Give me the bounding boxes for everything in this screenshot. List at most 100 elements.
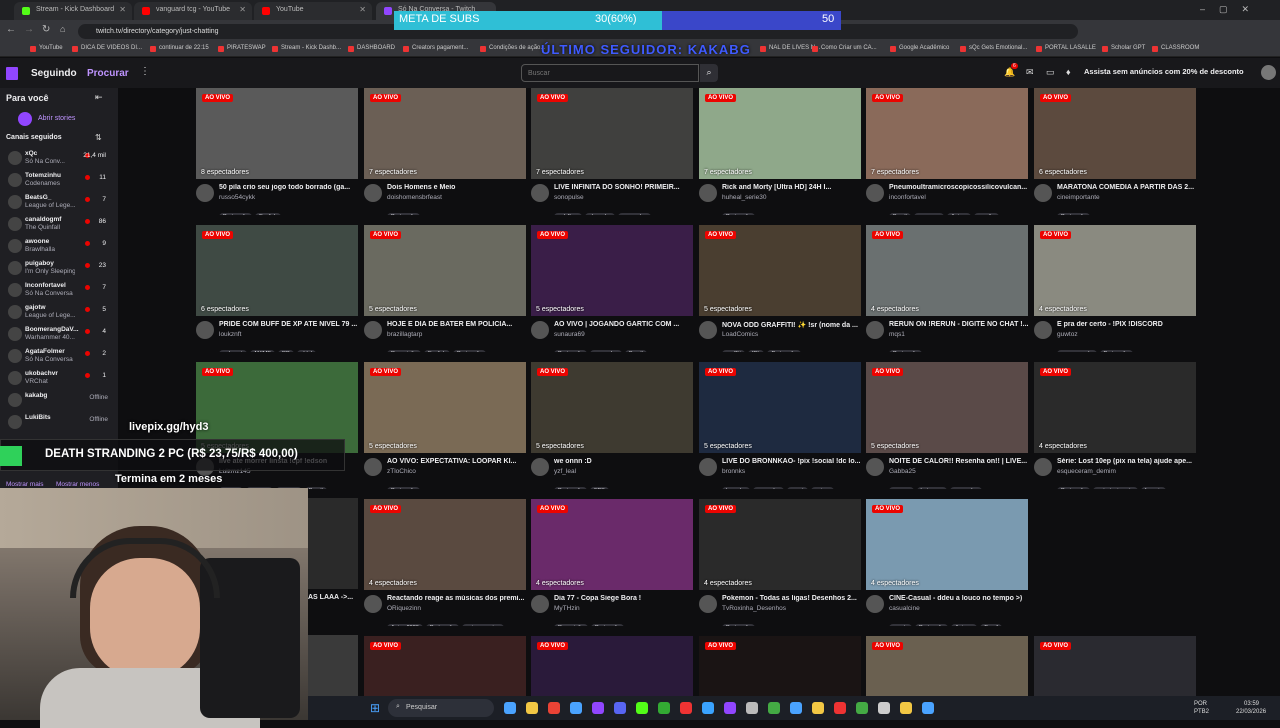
stream-title[interactable]: Pokemon - Todas as ligas! Desenhos 2... bbox=[722, 595, 862, 602]
tag[interactable]: Anime2026 bbox=[387, 624, 423, 626]
channel-avatar[interactable] bbox=[866, 595, 884, 613]
stream-title[interactable]: HOJE É DIA DE BATER EM POLICIA... bbox=[387, 321, 527, 328]
show-less-link[interactable]: Mostrar menos bbox=[56, 481, 99, 488]
stream-thumbnail[interactable]: AO VIVO 6 espectadores bbox=[1034, 88, 1196, 179]
tag[interactable]: Anime bbox=[947, 213, 971, 215]
stream-thumbnail[interactable]: AO VIVO 5 espectadores bbox=[531, 225, 693, 316]
channel-avatar[interactable] bbox=[531, 184, 549, 202]
keyboard-layout[interactable]: PTB2 bbox=[1194, 709, 1209, 715]
channel-avatar[interactable] bbox=[196, 184, 214, 202]
stream-thumbnail[interactable]: AO VIVO 6 espectadores bbox=[196, 225, 358, 316]
stream-card[interactable]: AO VIVO 7 espectadores Dois Homens e Meio d… bbox=[364, 88, 526, 222]
sidebar-channel[interactable]: xQc Só Na Conv... 21,4 mil bbox=[0, 148, 118, 170]
back-icon[interactable]: ← bbox=[6, 24, 16, 35]
partial-stream-title[interactable]: AS LAAA ->... bbox=[308, 594, 353, 601]
search-icon[interactable]: ⌕ bbox=[700, 64, 718, 82]
tag[interactable]: sub4ton bbox=[554, 213, 582, 215]
taskbar-app-icon[interactable] bbox=[526, 702, 538, 714]
forward-icon[interactable]: → bbox=[24, 24, 34, 35]
channel-name[interactable]: TvRoxinha_Desenhos bbox=[722, 605, 862, 612]
stream-title[interactable]: NOITE DE CALOR!! Resenha on!! | LIVE... bbox=[889, 458, 1029, 465]
sidebar-channel[interactable]: LukiBits Offline bbox=[0, 412, 118, 434]
tag[interactable]: Brasil bbox=[624, 350, 647, 352]
sidebar-channel[interactable]: Totemzinhu Codenames 11 bbox=[0, 170, 118, 192]
stream-title[interactable]: 50 pila crio seu jogo todo borrado (ga..… bbox=[219, 184, 359, 191]
tag[interactable]: fazopix bbox=[1140, 487, 1167, 489]
sidebar-channel[interactable]: ukobachvr VRChat 1 bbox=[0, 368, 118, 390]
taskbar-search[interactable] bbox=[388, 699, 494, 717]
bookmark[interactable]: PIRATESWAP bbox=[218, 45, 266, 52]
tag[interactable]: animesaovivo bbox=[461, 624, 504, 626]
tag[interactable]: Português bbox=[722, 624, 756, 626]
stream-thumbnail[interactable]: AO VIVO 4 espectadores bbox=[866, 225, 1028, 316]
tag[interactable]: gameplay bbox=[950, 487, 983, 489]
stream-card[interactable]: AO VIVO 5 espectadores LIVE DO BRONNKAO- !… bbox=[699, 362, 861, 496]
stream-thumbnail[interactable]: AO VIVO bbox=[1034, 636, 1196, 696]
stream-thumbnail[interactable]: AO VIVO 7 espectadores bbox=[364, 88, 526, 179]
channel-name[interactable]: cineimportante bbox=[1057, 194, 1197, 201]
close-icon[interactable]: ✕ bbox=[119, 5, 126, 14]
bookmark[interactable]: Stream - Kick Dashb... bbox=[272, 45, 341, 52]
stream-title[interactable]: Série: Lost 10ep (pix na tela) ajude ape… bbox=[1057, 458, 1197, 465]
bookmark[interactable]: PORTAL LASALLE bbox=[1036, 45, 1096, 52]
sidebar-channel[interactable]: awoone Brawlhalla 9 bbox=[0, 236, 118, 258]
taskbar-app-icon[interactable] bbox=[922, 702, 934, 714]
channel-name[interactable]: doishomensbrfeast bbox=[387, 194, 527, 201]
stream-thumbnail[interactable]: AO VIVO 4 espectadores bbox=[531, 499, 693, 590]
tag[interactable]: Português bbox=[554, 350, 588, 352]
stream-card[interactable]: AO VIVO bbox=[866, 636, 1028, 696]
tag[interactable]: Português bbox=[767, 350, 801, 352]
tag[interactable]: Português bbox=[453, 350, 487, 352]
taskbar-app-icon[interactable] bbox=[900, 702, 912, 714]
stream-card[interactable]: AO VIVO 5 espectadores we onnn :D yzf_leal P… bbox=[531, 362, 693, 496]
tag[interactable]: gameplay bbox=[590, 350, 622, 352]
stream-thumbnail[interactable]: AO VIVO 4 espectadores bbox=[1034, 362, 1196, 453]
more-icon[interactable]: ⋮ bbox=[140, 66, 150, 77]
stream-title[interactable]: RERUN ON !RERUN - DIGITE NO CHAT !... bbox=[889, 321, 1029, 328]
stream-thumbnail[interactable]: AO VIVO 4 espectadores bbox=[699, 499, 861, 590]
stream-card[interactable]: AO VIVO 7 espectadores Pneumoultramicrosco… bbox=[866, 88, 1028, 222]
tag[interactable]: English bbox=[424, 350, 451, 352]
channel-name[interactable]: LoadComics bbox=[722, 331, 862, 338]
bookmark[interactable]: Como Criar um CA... bbox=[812, 45, 877, 52]
stream-card[interactable]: AO VIVO 7 espectadores LIVE INFINITA DO SO… bbox=[531, 88, 693, 222]
stream-title[interactable]: Dia 77 - Copa Siege Bora ! bbox=[554, 595, 694, 602]
tag[interactable]: English bbox=[255, 213, 282, 215]
clock-time[interactable]: 03:59 bbox=[1244, 701, 1259, 707]
sidebar-channel[interactable]: Inconfortavel Só Na Conversa 7 bbox=[0, 280, 118, 302]
tag[interactable]: sonopulse bbox=[617, 213, 651, 215]
channel-avatar[interactable] bbox=[1034, 184, 1052, 202]
channel-name[interactable]: yzf_leal bbox=[554, 468, 694, 475]
channel-name[interactable]: russo54cykk bbox=[219, 194, 359, 201]
stream-card[interactable]: AO VIVO 7 espectadores Rick and Morty [Ult… bbox=[699, 88, 861, 222]
channel-avatar[interactable] bbox=[364, 321, 382, 339]
channel-avatar[interactable] bbox=[866, 321, 884, 339]
sidebar-channel[interactable]: BoomerangDaV... Warhammer 40... 4 bbox=[0, 324, 118, 346]
tag[interactable]: reacts bbox=[889, 624, 912, 626]
taskbar-app-icon[interactable] bbox=[614, 702, 626, 714]
stream-thumbnail[interactable]: AO VIVO 5 espectadores bbox=[699, 362, 861, 453]
stream-card[interactable]: AO VIVO 6 espectadores MARATONA COMÉDIA A … bbox=[1034, 88, 1196, 222]
sidebar-channel[interactable]: kakabg Offline bbox=[0, 390, 118, 412]
nav-browse[interactable]: Procurar bbox=[87, 68, 129, 79]
stream-title[interactable]: AO VIVO: EXPECTATIVA: LOOPAR KI... bbox=[387, 458, 527, 465]
tag[interactable]: Português bbox=[591, 624, 625, 626]
channel-name[interactable]: Gabba25 bbox=[889, 468, 1029, 475]
search-input[interactable] bbox=[521, 64, 699, 82]
tag[interactable]: Português bbox=[1057, 487, 1091, 489]
browser-tab[interactable]: YouTube ✕ bbox=[254, 2, 372, 20]
stream-card[interactable]: AO VIVO 5 espectadores AO VIVO: EXPECTATIV… bbox=[364, 362, 526, 496]
sidebar-channel[interactable]: puigaboy I'm Only Sleeping 23 bbox=[0, 258, 118, 280]
channel-avatar[interactable] bbox=[531, 458, 549, 476]
tag[interactable]: ANIME bbox=[249, 350, 275, 352]
twitch-logo-icon[interactable] bbox=[6, 67, 18, 80]
channel-avatar[interactable] bbox=[1034, 321, 1052, 339]
stream-title[interactable]: Pneumoultramicroscopicossilicovulcan... bbox=[889, 184, 1029, 191]
stream-card[interactable]: AO VIVO 4 espectadores RERUN ON !RERUN - D… bbox=[866, 225, 1028, 359]
tag[interactable]: games bbox=[889, 487, 914, 489]
stream-thumbnail[interactable]: AO VIVO 4 espectadores bbox=[866, 499, 1028, 590]
tag[interactable]: react bbox=[787, 487, 808, 489]
sidebar-channel[interactable]: canaldogmf The Quinfall 86 bbox=[0, 214, 118, 236]
channel-name[interactable]: loukznft bbox=[219, 331, 359, 338]
stream-title[interactable]: LIVE INFINITA DO SONHO! PRIMEIR... bbox=[554, 184, 694, 191]
